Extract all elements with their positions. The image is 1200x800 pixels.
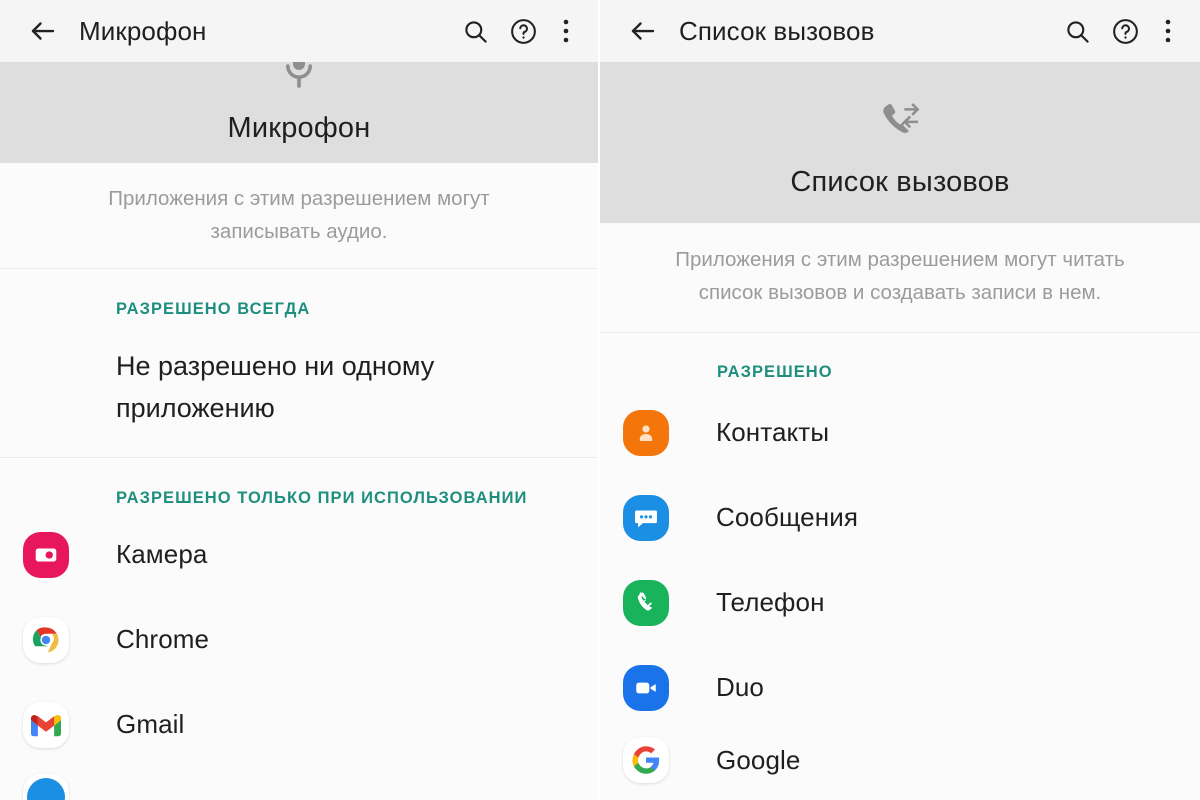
chrome-app-icon xyxy=(22,616,70,664)
more-vert-icon[interactable] xyxy=(1158,16,1178,46)
list-item[interactable]: Duo xyxy=(600,645,1200,730)
permission-description: Приложения с этим разрешением могут чита… xyxy=(600,223,1200,333)
app-bar-actions xyxy=(1062,16,1178,46)
list-item[interactable]: Камера xyxy=(0,512,598,597)
empty-state-text: Не разрешено ни одному приложению xyxy=(0,319,598,458)
app-name: Камера xyxy=(116,539,208,569)
app-list-while-in-use: Камера Chrome Gmail xyxy=(0,508,598,800)
help-circle-icon[interactable] xyxy=(1110,16,1140,46)
screen-microphone-permission: Микрофон Микрофон Приложения с этим разр… xyxy=(0,0,600,800)
app-name: Контакты xyxy=(716,417,830,447)
microphone-icon xyxy=(0,62,598,92)
back-arrow-icon[interactable] xyxy=(626,14,660,48)
screen-call-log-permission: Список вызовов Список вызовов Приложения… xyxy=(600,0,1200,800)
dual-screenshot-container: Микрофон Микрофон Приложения с этим разр… xyxy=(0,0,1200,800)
section-label-always-allowed: РАЗРЕШЕНО ВСЕГДА xyxy=(116,300,311,318)
google-app-icon xyxy=(622,736,670,784)
back-arrow-icon[interactable] xyxy=(26,14,60,48)
list-item[interactable]: Сообщения xyxy=(600,475,1200,560)
list-item[interactable] xyxy=(0,767,598,800)
contacts-app-icon xyxy=(622,409,670,457)
app-name: Сообщения xyxy=(716,502,859,532)
hero-title: Микрофон xyxy=(227,112,371,144)
duo-app-icon xyxy=(622,664,670,712)
page-title: Микрофон xyxy=(79,15,207,46)
hero-banner-microphone: Микрофон xyxy=(0,62,598,163)
gmail-app-icon xyxy=(22,701,70,749)
app-name: Google xyxy=(716,744,801,775)
camera-app-icon xyxy=(22,531,70,579)
search-icon[interactable] xyxy=(460,16,490,46)
app-bar-microphone: Микрофон xyxy=(0,0,598,62)
app-bar-call-log: Список вызовов xyxy=(600,0,1200,62)
page-title: Список вызовов xyxy=(679,15,875,46)
hero-title: Список вызовов xyxy=(790,166,1010,198)
search-icon[interactable] xyxy=(1062,16,1092,46)
app-bar-actions xyxy=(460,16,576,46)
phone-app-icon xyxy=(622,579,670,627)
section-label-allowed: РАЗРЕШЕНО xyxy=(717,363,833,381)
app-name: Chrome xyxy=(116,624,210,654)
app-list-allowed: Контакты Сообщения Телефон Duo Google xyxy=(600,382,1200,790)
list-item[interactable]: Google xyxy=(600,730,1200,790)
messages-app-icon xyxy=(622,494,670,542)
app-name: Gmail xyxy=(116,709,185,739)
list-item[interactable]: Gmail xyxy=(0,682,598,767)
call-log-icon xyxy=(600,96,1200,144)
more-vert-icon[interactable] xyxy=(556,16,576,46)
list-item[interactable]: Chrome xyxy=(0,597,598,682)
hero-banner-call-log: Список вызовов xyxy=(600,62,1200,223)
blue-app-icon xyxy=(22,773,70,800)
permission-description: Приложения с этим разрешением могут запи… xyxy=(0,163,598,269)
help-circle-icon[interactable] xyxy=(508,16,538,46)
list-item[interactable]: Контакты xyxy=(600,390,1200,475)
list-item[interactable]: Телефон xyxy=(600,560,1200,645)
app-name: Телефон xyxy=(716,587,825,617)
app-name: Duo xyxy=(716,672,764,702)
section-label-allowed-while-in-use: РАЗРЕШЕНО ТОЛЬКО ПРИ ИСПОЛЬЗОВАНИИ xyxy=(116,489,528,507)
